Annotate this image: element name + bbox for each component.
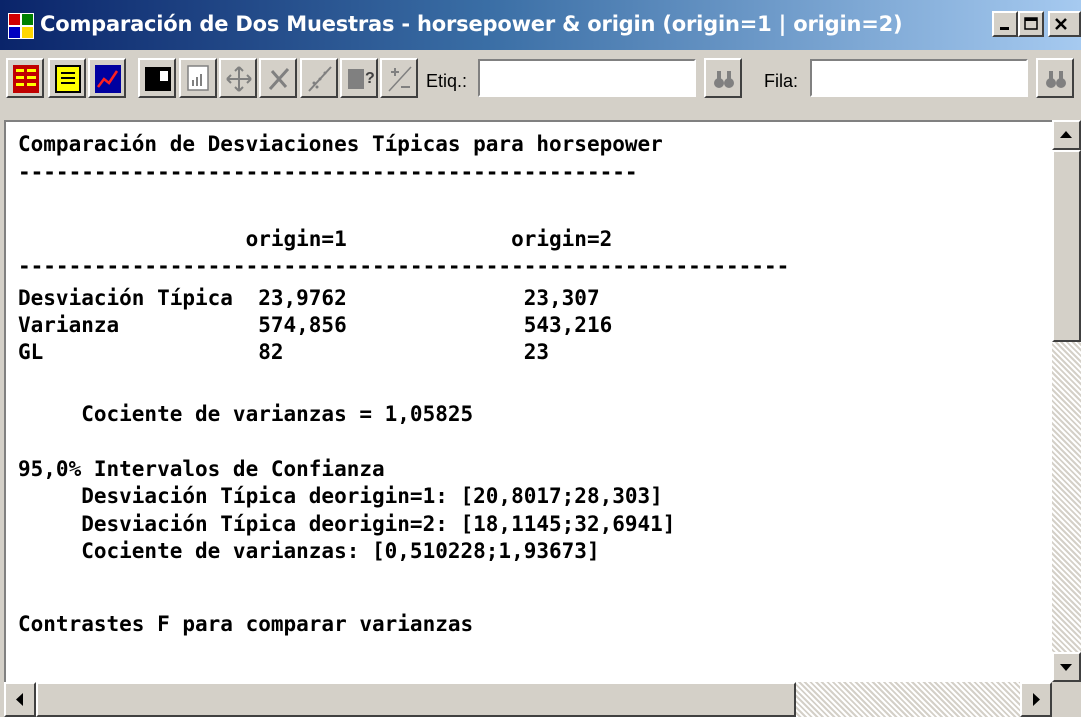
maximize-icon [1024,17,1038,30]
ci-variance-ratio: Cociente de varianzas: [0,510228;1,93673… [18,539,600,563]
svg-text:?: ? [365,70,375,87]
scroll-left-button[interactable] [4,682,36,717]
etiq-search-button[interactable] [704,58,742,98]
arrow-up-icon [1060,131,1072,138]
minimize-icon [1000,27,1009,30]
report-pane[interactable]: Comparación de Desviaciones Típicas para… [4,120,1052,682]
fila-search-button[interactable] [1036,58,1074,98]
horizontal-scrollbar[interactable] [4,682,1052,717]
binoculars-icon [714,71,734,88]
arrow-down-icon [1060,664,1072,671]
help-button[interactable]: ? [340,58,378,98]
arrow-left-icon [16,693,23,706]
row-df: GL 82 23 [18,340,550,364]
text-report-icon [55,65,81,93]
f-test-title: Contrastes F para comparar varianzas [18,612,474,636]
text-report-button[interactable] [48,58,86,98]
graph-button[interactable] [88,58,126,98]
save-results-button[interactable] [138,58,176,98]
fila-label: Fila: [764,71,799,91]
help-icon: ? [348,69,375,89]
etiq-input[interactable] [478,59,696,97]
variance-ratio: Cociente de varianzas = 1,05825 [18,402,474,426]
vertical-scrollbar[interactable] [1052,120,1081,682]
copy-text-icon [187,65,209,91]
graph-options-icon [308,66,332,92]
save-results-icon [145,67,171,91]
ci-std-dev-1: Desviación Típica deorigin=1: [20,8017;2… [18,484,663,508]
binoculars-icon [1046,71,1066,88]
scroll-right-button[interactable] [1020,682,1052,717]
scrollbar-corner [1052,682,1081,717]
maximize-button[interactable] [1018,11,1044,37]
minimize-button[interactable] [992,11,1018,37]
pane-options-icon [226,66,252,92]
ci-std-dev-2: Desviación Típica deorigin=2: [18,1145;3… [18,512,676,536]
plus-minus-icon [388,66,412,92]
header-underline: ----------------------------------------… [18,254,790,278]
window-title: Comparación de Dos Muestras - horsepower… [40,12,903,36]
app-window-icon [8,13,34,39]
analysis-options-icon [268,67,290,91]
scroll-down-button[interactable] [1052,652,1081,682]
fila-input[interactable] [810,59,1028,97]
graph-icon [95,65,121,93]
row-variance: Varianza 574,856 543,216 [18,313,613,337]
close-button[interactable] [1048,11,1081,37]
heading-underline: ----------------------------------------… [18,160,638,184]
copy-text-button[interactable] [179,58,217,98]
close-icon [1055,18,1067,30]
pane-options-button[interactable] [219,58,257,98]
tabular-options-button[interactable] [6,58,44,98]
graph-options-button[interactable] [300,58,338,98]
etiq-label: Etiq.: [426,71,468,91]
column-header: origin=1 origin=2 [18,227,613,251]
plus-minus-button[interactable] [380,58,418,98]
horizontal-scroll-thumb[interactable] [36,682,796,717]
arrow-right-icon [1033,693,1040,706]
scroll-up-button[interactable] [1052,120,1081,150]
vertical-scroll-thumb[interactable] [1052,150,1081,342]
row-std-dev: Desviación Típica 23,9762 23,307 [18,286,600,310]
ci-title: 95,0% Intervalos de Confianza [18,457,385,481]
app-window: Comparación de Dos Muestras - horsepower… [0,0,1081,717]
toolbar: ? Etiq.: Fila: [0,50,1081,112]
report-heading: Comparación de Desviaciones Típicas para… [18,132,663,156]
title-bar[interactable]: Comparación de Dos Muestras - horsepower… [0,0,1081,50]
analysis-options-button[interactable] [259,58,297,98]
tabular-options-icon [13,65,39,93]
